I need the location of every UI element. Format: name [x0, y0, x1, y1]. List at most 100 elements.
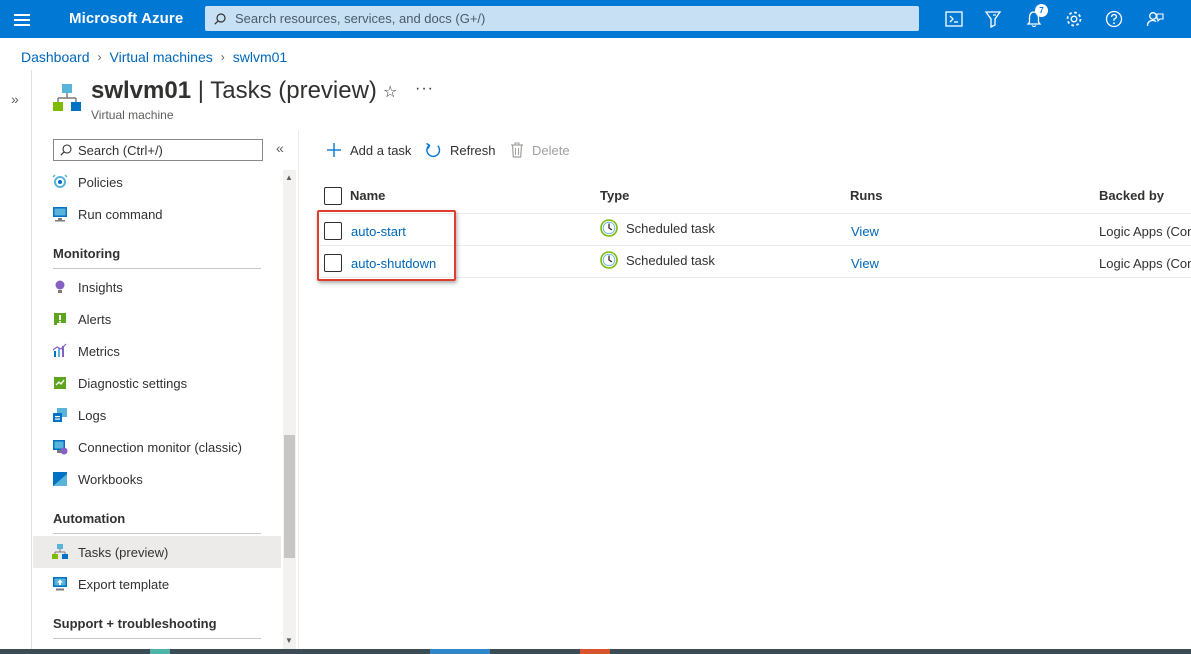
backed-by-value: Logic Apps (Con — [1099, 224, 1191, 239]
breadcrumb-virtual-machines[interactable]: Virtual machines — [110, 49, 213, 65]
sidebar-item-label: Export template — [78, 576, 170, 592]
section-support-troubleshooting: Support + troubleshooting — [53, 616, 217, 631]
brand-title[interactable]: Microsoft Azure — [69, 10, 183, 27]
column-header-type[interactable]: Type — [600, 188, 629, 203]
tasks-resource-icon — [53, 84, 81, 115]
content-divider — [298, 130, 299, 654]
view-runs-link[interactable]: View — [851, 224, 879, 239]
sidebar-item-diagnostic-settings[interactable]: Diagnostic settings — [33, 367, 281, 399]
sidebar-item-label: Policies — [78, 174, 123, 190]
scroll-down-icon[interactable]: ▼ — [285, 636, 293, 645]
menu-icon[interactable] — [14, 11, 36, 27]
sidebar-item-label: Workbooks — [78, 471, 143, 487]
column-header-backed-by[interactable]: Backed by — [1099, 188, 1164, 203]
sidebar-item-label: Logs — [78, 407, 107, 423]
expand-menu-icon[interactable]: » — [11, 91, 19, 107]
sidebar-scrollbar[interactable]: ▲ ▼ — [283, 170, 296, 650]
sidebar-item-label: Connection monitor (classic) — [78, 439, 243, 455]
sidebar-item-metrics[interactable]: Metrics — [33, 335, 281, 367]
scroll-up-icon[interactable]: ▲ — [285, 173, 293, 182]
notifications-icon[interactable]: 7 — [1024, 4, 1048, 29]
page-title: swlvm01 | Tasks (preview) — [91, 77, 377, 105]
search-icon — [60, 144, 72, 156]
section-divider — [53, 268, 261, 269]
breadcrumb: Dashboard › Virtual machines › swlvm01 — [21, 49, 287, 65]
task-name-link[interactable]: auto-shutdown — [351, 256, 436, 271]
view-runs-link[interactable]: View — [851, 256, 879, 271]
sidebar-item-logs[interactable]: Logs — [33, 399, 281, 431]
sidebar-item-tasks-preview[interactable]: Tasks (preview) — [33, 536, 281, 568]
breadcrumb-swlvm01[interactable]: swlvm01 — [233, 49, 287, 65]
sidebar-item-policies[interactable]: Policies — [33, 166, 281, 198]
page-title-suffix: | Tasks (preview) — [191, 77, 377, 104]
chevron-right-icon: › — [220, 50, 225, 64]
add-task-label: Add a task — [350, 142, 412, 158]
row-checkbox[interactable] — [324, 222, 342, 240]
global-search-box[interactable] — [205, 6, 919, 31]
sidebar-item-label: Run command — [78, 206, 163, 222]
cloud-shell-icon[interactable] — [944, 9, 964, 29]
workbooks-icon — [51, 470, 69, 488]
header-divider — [320, 213, 1191, 214]
column-header-runs[interactable]: Runs — [850, 188, 883, 203]
resource-type-label: Virtual machine — [91, 108, 174, 122]
help-icon[interactable] — [1104, 9, 1124, 29]
sidebar-item-label: Diagnostic settings — [78, 375, 188, 391]
scrollbar-thumb[interactable] — [284, 435, 295, 558]
global-search-input[interactable] — [233, 7, 919, 30]
sidebar-item-insights[interactable]: Insights — [33, 271, 281, 303]
clock-icon — [600, 219, 618, 237]
left-nav-expander: » — [0, 70, 32, 654]
sidebar-item-run-command[interactable]: Run command — [33, 198, 281, 230]
select-all-checkbox[interactable] — [324, 187, 342, 205]
notification-badge: 7 — [1035, 4, 1048, 17]
sidebar-search-box[interactable] — [53, 139, 263, 161]
task-name-link[interactable]: auto-start — [351, 224, 406, 239]
sidebar-item-connection-monitor[interactable]: Connection monitor (classic) — [33, 431, 281, 463]
refresh-icon — [426, 142, 441, 157]
trash-icon — [511, 142, 523, 158]
task-type: Scheduled task — [600, 219, 715, 237]
search-icon — [214, 12, 226, 25]
sidebar-item-label: Insights — [78, 279, 123, 295]
sidebar-item-label: Tasks (preview) — [78, 544, 169, 560]
feedback-icon[interactable] — [1145, 9, 1165, 29]
breadcrumb-dashboard[interactable]: Dashboard — [21, 49, 90, 65]
sidebar-item-workbooks[interactable]: Workbooks — [33, 463, 281, 495]
delete-button[interactable]: Delete — [510, 139, 570, 161]
settings-icon[interactable] — [1064, 9, 1084, 29]
row-checkbox[interactable] — [324, 254, 342, 272]
backed-by-value: Logic Apps (Con — [1099, 256, 1191, 271]
collapse-sidebar-icon[interactable]: « — [276, 140, 284, 156]
favorite-star-icon[interactable]: ☆ — [383, 82, 397, 102]
tasks-icon — [51, 543, 69, 561]
section-automation: Automation — [53, 511, 126, 526]
row-divider — [320, 245, 1191, 246]
resource-name: swlvm01 — [91, 77, 192, 104]
column-header-name[interactable]: Name — [350, 188, 385, 203]
sidebar-item-export-template[interactable]: Export template — [33, 568, 281, 600]
section-monitoring: Monitoring — [53, 246, 121, 261]
clock-icon — [600, 251, 618, 269]
connection-monitor-icon — [51, 438, 69, 456]
delete-label: Delete — [532, 142, 570, 158]
more-options-icon[interactable]: ··· — [415, 80, 434, 98]
export-template-icon — [51, 575, 69, 593]
diagnostic-settings-icon — [51, 374, 69, 392]
refresh-button[interactable]: Refresh — [425, 139, 496, 161]
plus-icon — [327, 143, 341, 157]
sidebar-item-alerts[interactable]: Alerts — [33, 303, 281, 335]
sidebar-item-label: Metrics — [78, 343, 120, 359]
refresh-label: Refresh — [450, 142, 496, 158]
taskbar-strip — [0, 649, 1191, 654]
alerts-icon — [51, 310, 69, 328]
add-task-button[interactable]: Add a task — [326, 139, 411, 161]
section-divider — [53, 638, 261, 639]
insights-icon — [51, 278, 69, 296]
section-divider — [53, 533, 261, 534]
policies-icon — [51, 173, 69, 191]
sidebar-search-input[interactable] — [76, 140, 262, 160]
directory-filter-icon[interactable] — [983, 9, 1003, 29]
metrics-icon — [51, 342, 69, 360]
top-bar: Microsoft Azure 7 — [0, 0, 1191, 38]
